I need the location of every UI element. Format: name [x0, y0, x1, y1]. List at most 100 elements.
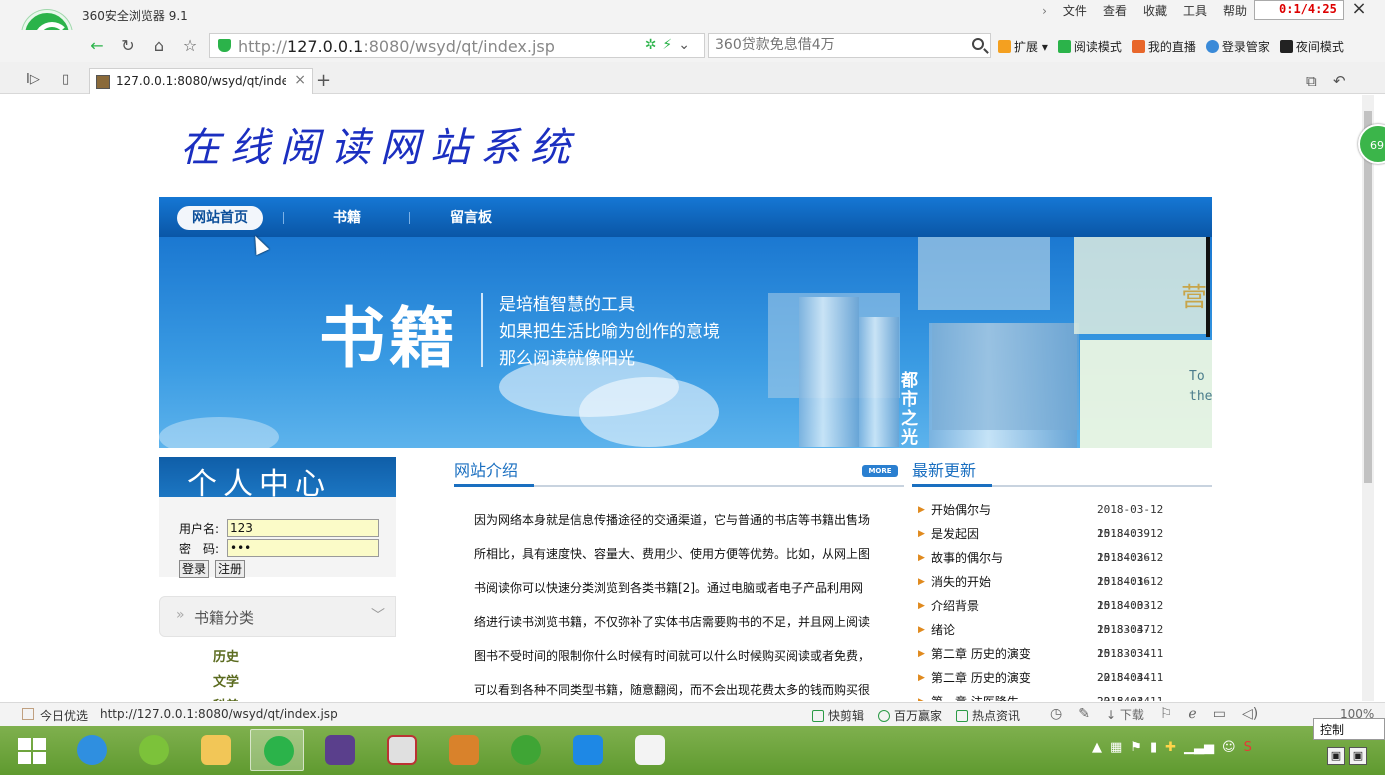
list-item[interactable]: ▶ 故事的偶尔与 2018-03-12 15:34:16 — [918, 546, 1212, 588]
start-button-icon[interactable] — [18, 738, 48, 764]
control-popup[interactable]: 控制 — [1313, 718, 1385, 740]
window-icon[interactable]: ▭ — [1213, 706, 1226, 723]
tab-current[interactable]: 127.0.0.1:8080/wsyd/qt/index. × — [89, 68, 313, 94]
search-input[interactable] — [715, 34, 965, 56]
nav-guestbook[interactable]: 留言板 — [441, 206, 501, 230]
address-dropdown-icon[interactable]: ⌄ — [678, 37, 696, 53]
address-extra-icons[interactable]: ✲⚡⌄ — [645, 37, 696, 53]
taskbar-wps-icon[interactable] — [560, 729, 614, 771]
search-box[interactable] — [708, 33, 991, 58]
today-picks[interactable]: 今日优选 — [40, 707, 88, 724]
volume-icon[interactable]: ◁) — [1242, 706, 1258, 723]
news-item-title[interactable]: 开始偶尔与 — [931, 498, 991, 522]
password-field[interactable] — [227, 539, 379, 557]
news-item-title[interactable]: 第一章 汴医降生 — [931, 690, 1019, 701]
taskbar-360-browser-icon[interactable] — [250, 729, 304, 771]
toolbar-night-mode[interactable]: 夜间模式 — [1279, 38, 1344, 55]
menu-view[interactable]: 查看 — [1095, 2, 1135, 20]
tray-sogou-icon[interactable]: S — [1244, 740, 1252, 755]
address-bar[interactable]: http://127.0.0.1:8080/wsyd/qt/index.jsp … — [209, 33, 705, 58]
menu-help[interactable]: 帮助 — [1215, 2, 1255, 20]
list-item[interactable]: ▶ 第一章 汴医降生 2018-03-11 22:54:20 — [918, 690, 1212, 701]
back-arrow-icon[interactable]: ← — [83, 35, 111, 57]
history-icon[interactable]: ◷ — [1050, 706, 1062, 723]
pin-icon[interactable]: ✎ — [1078, 706, 1090, 723]
taskbar-folder-icon[interactable] — [188, 729, 242, 771]
new-tab-icon[interactable]: + — [316, 70, 331, 91]
nav-home[interactable]: 网站首页 — [177, 206, 263, 230]
taskbar-notepad-icon[interactable] — [374, 729, 428, 771]
list-item[interactable]: ▶ 介绍背景 2018-03-12 15:33:47 — [918, 594, 1212, 636]
toolbar-live[interactable]: 我的直播 — [1131, 38, 1196, 55]
news-item-title[interactable]: 第二章 历史的演变 — [931, 666, 1031, 690]
status-quick-clip[interactable]: 快剪辑 — [812, 707, 864, 724]
taskbar-green-app-icon[interactable] — [126, 729, 180, 771]
toolbar-login-manager[interactable]: 登录管家 — [1205, 38, 1270, 55]
ie-icon[interactable]: ℯ — [1188, 706, 1196, 723]
news-item-title[interactable]: 消失的开始 — [931, 570, 991, 594]
tab-close-icon[interactable]: × — [294, 72, 306, 88]
more-button[interactable]: MORE — [862, 465, 898, 477]
menu-tools[interactable]: 工具 — [1175, 2, 1215, 20]
tray-expand-icon[interactable]: ▲ — [1092, 740, 1102, 755]
taskbar-ie-icon[interactable] — [64, 729, 118, 771]
control-btn-2[interactable]: ▣ — [1349, 747, 1367, 765]
intro-header: 网站介绍 MORE — [454, 457, 904, 487]
toolbar-extensions[interactable]: 扩展 ▾ — [998, 38, 1048, 55]
download-item[interactable]: ↓ 下载 — [1106, 706, 1144, 723]
favorite-star-icon[interactable]: ☆ — [176, 35, 204, 57]
menu-file[interactable]: 文件 — [1055, 2, 1095, 20]
taskbar-java-ee-icon[interactable] — [312, 729, 366, 771]
toolbar-reading-mode[interactable]: 阅读模式 — [1057, 38, 1122, 55]
scrollbar-thumb[interactable] — [1364, 111, 1372, 483]
window-close-icon[interactable]: × — [1344, 0, 1374, 20]
control-btn-1[interactable]: ▣ — [1327, 747, 1345, 765]
news-item-title[interactable]: 第二章 历史的演变 — [931, 642, 1031, 666]
menu-favorites[interactable]: 收藏 — [1135, 2, 1175, 20]
taskbar-java-icon[interactable] — [622, 729, 676, 771]
category-item-science[interactable]: 科普 — [213, 695, 239, 701]
status-hot-news[interactable]: 热点资讯 — [956, 707, 1020, 724]
news-item-title[interactable]: 是发起因 — [931, 522, 979, 546]
status-winner[interactable]: 百万赢家 — [878, 707, 942, 724]
category-item-literature[interactable]: 文学 — [213, 671, 239, 690]
taskbar-book-icon[interactable] — [436, 729, 490, 771]
list-item[interactable]: ▶ 是发起因 2018-03-12 15:34:26 — [918, 522, 1212, 564]
username-field[interactable] — [227, 519, 379, 537]
bullet-arrow-icon: ▶ — [918, 601, 925, 611]
category-item-history[interactable]: 历史 — [213, 646, 239, 665]
address-url[interactable]: http://127.0.0.1:8080/wsyd/qt/index.jsp — [238, 37, 555, 56]
list-item[interactable]: ▶第二章 历史的演变2018-03-11 22:54:44 — [918, 642, 1212, 684]
menu-chevron-icon[interactable]: › — [1034, 2, 1055, 20]
site-nav: 网站首页 书籍 留言板 — [159, 197, 1212, 237]
tray-flag-icon[interactable]: ⚑ — [1130, 740, 1142, 755]
list-item[interactable]: ▶ 绪论 2018-03-12 15:33:34 — [918, 618, 1212, 660]
home-icon[interactable]: ⌂ — [145, 35, 173, 57]
news-item-title[interactable]: 故事的偶尔与 — [931, 546, 1003, 570]
tray-signal-icon[interactable]: ▁▃▅ — [1184, 740, 1214, 755]
tray-network-icon[interactable]: ▦ — [1110, 740, 1122, 755]
taskbar-chat-icon[interactable] — [498, 729, 552, 771]
search-icon[interactable] — [972, 38, 984, 50]
register-button[interactable]: 注册 — [215, 560, 246, 578]
news-item-title[interactable]: 介绍背景 — [931, 594, 979, 618]
sidebar-toggle-icon[interactable]: I▷ — [26, 72, 40, 87]
undo-close-icon[interactable]: ↶ — [1333, 72, 1346, 90]
login-button[interactable]: 登录 — [179, 560, 210, 578]
tray-battery-icon[interactable]: ▮ — [1150, 740, 1157, 755]
bullet-arrow-icon: ▶ — [918, 625, 925, 635]
banner-city-text: 都市之光 — [901, 371, 918, 448]
tray-360-icon[interactable]: ✚ — [1165, 740, 1176, 755]
page-icon[interactable]: ▯ — [62, 72, 69, 87]
nav-books[interactable]: 书籍 — [319, 206, 375, 230]
list-item[interactable]: ▶ 消失的开始 2018-03-12 15:34:03 — [918, 570, 1212, 612]
restore-tabs-icon[interactable]: ⧉ — [1306, 72, 1317, 90]
tray-qq-icon[interactable]: ☺ — [1222, 740, 1236, 755]
category-header[interactable]: » 书籍分类 ﹀ — [159, 596, 396, 637]
news-item-title[interactable]: 绪论 — [931, 618, 955, 642]
reload-icon[interactable]: ↻ — [114, 35, 142, 57]
list-item[interactable]: ▶ 开始偶尔与 2018-03-12 15:34:39 — [918, 498, 1212, 540]
list-item[interactable]: ▶第二章 历史的演变2018-03-11 22:54:44 — [918, 666, 1212, 701]
flag-icon[interactable]: ⚐ — [1160, 706, 1173, 723]
page-scrollbar[interactable] — [1362, 95, 1374, 701]
